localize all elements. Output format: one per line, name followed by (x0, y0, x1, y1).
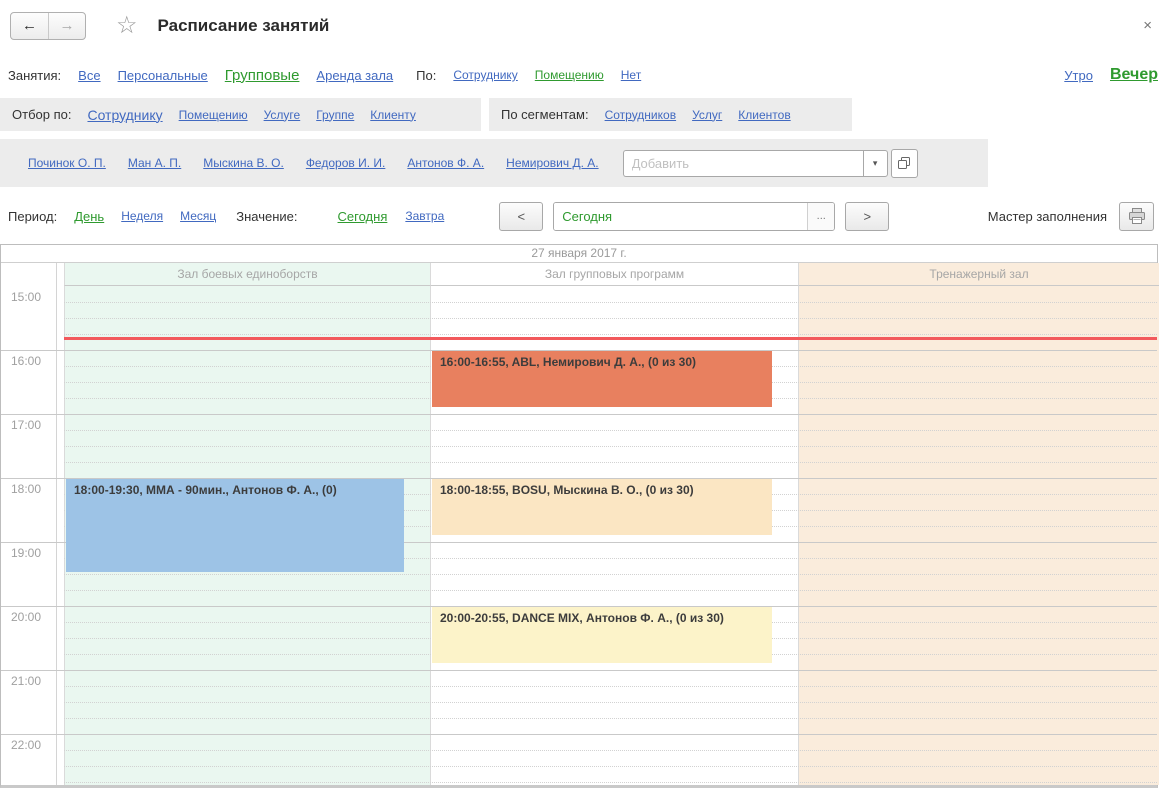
column-body[interactable] (798, 286, 1159, 785)
employee-link[interactable]: Немирович Д. А. (506, 156, 598, 170)
prev-day-button[interactable]: < (499, 202, 543, 231)
event-block[interactable]: 20:00-20:55, DANCE MIX, Антонов Ф. А., (… (432, 607, 772, 663)
period-label: Период: (8, 209, 57, 224)
employees-bar: Починок О. П. Ман А. П. Мыскина В. О. Фе… (0, 139, 988, 187)
quarter-gridline (64, 686, 1157, 687)
employee-link[interactable]: Антонов Ф. А. (407, 156, 484, 170)
open-select-icon[interactable] (891, 149, 918, 178)
by-employee[interactable]: Сотруднику (453, 68, 517, 82)
current-time-line (64, 337, 1157, 340)
time-label: 20:00 (11, 610, 41, 624)
next-day-button[interactable]: > (845, 202, 889, 231)
calendar-date-title: 27 января 2017 г. (1, 245, 1157, 263)
close-icon[interactable]: × (1143, 17, 1152, 34)
column-header: Зал групповых программ (430, 263, 798, 286)
time-label: 17:00 (11, 418, 41, 432)
segments-bar: По сегментам: Сотрудников Услуг Клиентов (489, 98, 852, 131)
select-by-client[interactable]: Клиенту (370, 108, 416, 122)
title-bar: ← → ☆ Расписание занятий × (0, 0, 1168, 46)
chevron-down-icon[interactable]: ▾ (863, 150, 888, 177)
value-label: Значение: (236, 209, 297, 224)
evening-link[interactable]: Вечер (1110, 66, 1158, 84)
employee-link[interactable]: Мыскина В. О. (203, 156, 284, 170)
period-row: Период: День Неделя Месяц Значение: Сего… (0, 201, 1168, 231)
quarter-gridline (64, 574, 1157, 575)
quarter-gridline (64, 702, 1157, 703)
quarter-gridline (64, 782, 1157, 783)
quarter-gridline (64, 446, 1157, 447)
quarter-gridline (64, 590, 1157, 591)
by-room[interactable]: Помещению (535, 68, 604, 82)
back-button[interactable]: ← (11, 13, 48, 39)
favorite-star-icon[interactable]: ☆ (116, 14, 138, 38)
time-label: 21:00 (11, 674, 41, 688)
page-title: Расписание занятий (158, 16, 330, 36)
quarter-gridline (64, 318, 1157, 319)
time-label: 16:00 (11, 354, 41, 368)
date-input[interactable] (554, 203, 807, 230)
select-by-employee[interactable]: Сотруднику (87, 107, 162, 123)
select-by-room[interactable]: Помещению (179, 108, 248, 122)
quarter-gridline (64, 462, 1157, 463)
quarter-gridline (64, 718, 1157, 719)
filter-rent[interactable]: Аренда зала (316, 68, 393, 83)
time-label: 19:00 (11, 546, 41, 560)
event-block[interactable]: 18:00-19:30, ММА - 90мин., Антонов Ф. А.… (66, 479, 404, 572)
morning-link[interactable]: Утро (1064, 68, 1093, 83)
date-field-group: ... (553, 202, 835, 231)
forward-button[interactable]: → (48, 13, 85, 39)
hour-gridline (1, 670, 1157, 671)
select-by-service[interactable]: Услуге (264, 108, 301, 122)
filter-all[interactable]: Все (78, 68, 100, 83)
time-gutter (1, 263, 57, 785)
employee-link[interactable]: Ман А. П. (128, 156, 181, 170)
quarter-gridline (64, 430, 1157, 431)
by-label: По: (416, 68, 436, 83)
lessons-label: Занятия: (8, 68, 61, 83)
filter-group[interactable]: Групповые (225, 67, 300, 84)
quarter-gridline (64, 302, 1157, 303)
segment-clients[interactable]: Клиентов (738, 108, 790, 122)
fill-wizard-button[interactable]: Мастер заполнения (988, 209, 1107, 224)
filter-personal[interactable]: Персональные (118, 68, 208, 83)
quarter-gridline (64, 766, 1157, 767)
segment-services[interactable]: Услуг (692, 108, 722, 122)
quarter-gridline (64, 334, 1157, 335)
hour-gridline (1, 734, 1157, 735)
hour-gridline (1, 414, 1157, 415)
add-employee-input[interactable] (623, 150, 863, 177)
period-week[interactable]: Неделя (121, 209, 163, 223)
date-picker-button[interactable]: ... (807, 203, 834, 230)
segment-employees[interactable]: Сотрудников (605, 108, 676, 122)
value-today[interactable]: Сегодня (338, 209, 388, 224)
column-header: Зал боевых единоборств (64, 263, 430, 286)
history-nav: ← → (10, 12, 86, 40)
employee-link[interactable]: Починок О. П. (28, 156, 106, 170)
value-tomorrow[interactable]: Завтра (405, 209, 444, 223)
employee-link[interactable]: Федоров И. И. (306, 156, 386, 170)
time-label: 22:00 (11, 738, 41, 752)
by-none[interactable]: Нет (621, 68, 641, 82)
select-by-group[interactable]: Группе (316, 108, 354, 122)
print-button[interactable] (1119, 202, 1154, 231)
time-label: 15:00 (11, 290, 41, 304)
period-day[interactable]: День (74, 209, 104, 224)
segments-label: По сегментам: (501, 107, 589, 122)
column-header: Тренажерный зал (798, 263, 1159, 286)
add-employee-group: ▾ (623, 149, 918, 178)
selection-bar: Отбор по: Сотруднику Помещению Услуге Гр… (0, 98, 481, 131)
period-month[interactable]: Месяц (180, 209, 216, 223)
event-block[interactable]: 16:00-16:55, ABL, Немирович Д. А., (0 из… (432, 351, 772, 407)
selection-label: Отбор по: (12, 107, 71, 122)
time-label: 18:00 (11, 482, 41, 496)
quarter-gridline (64, 750, 1157, 751)
lesson-filter-row: Занятия: Все Персональные Групповые Арен… (0, 62, 1168, 88)
selection-row: Отбор по: Сотруднику Помещению Услуге Гр… (0, 98, 1168, 131)
event-block[interactable]: 18:00-18:55, BOSU, Мыскина В. О., (0 из … (432, 479, 772, 535)
printer-icon (1128, 208, 1146, 224)
schedule-calendar: 27 января 2017 г.Зал боевых единоборствЗ… (0, 244, 1158, 788)
